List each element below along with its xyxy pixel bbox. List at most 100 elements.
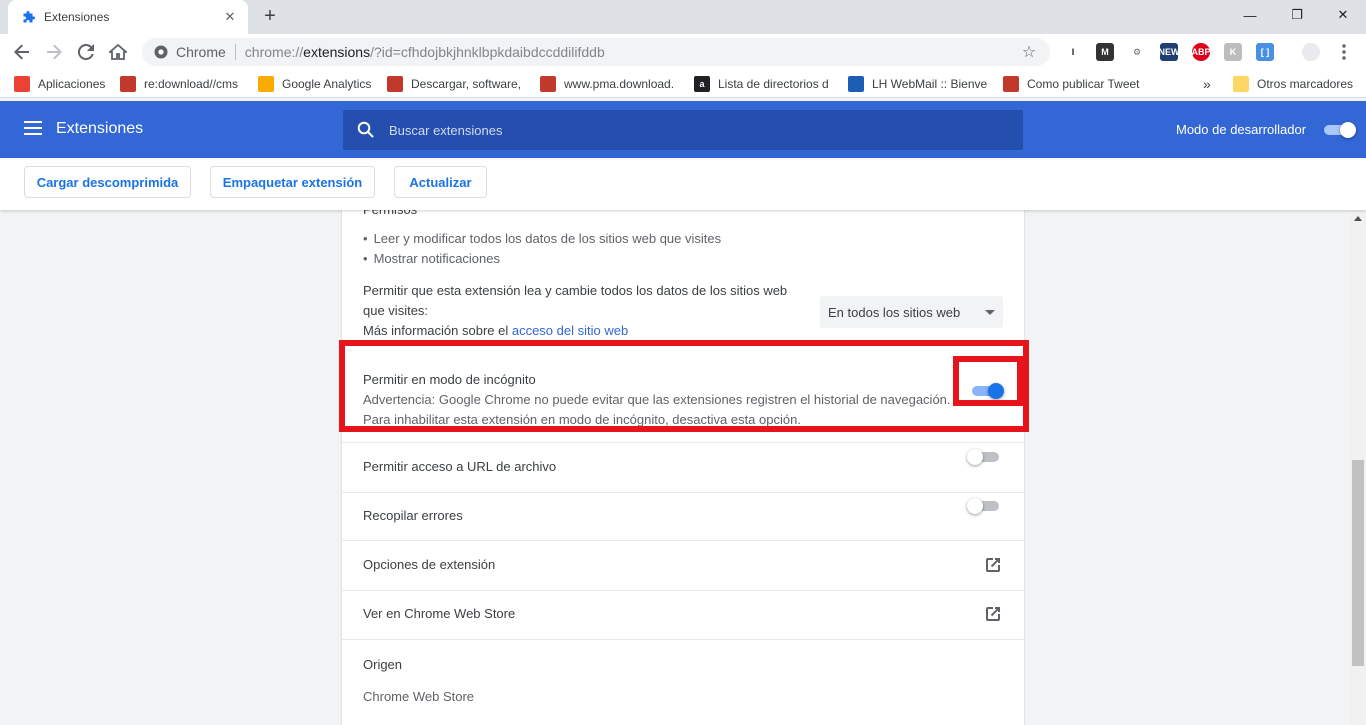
site-access-link[interactable]: acceso del sitio web [512,323,628,338]
bookmark-favicon-icon [120,76,136,92]
i-icon[interactable]: I [1064,43,1082,61]
other-bookmarks-label: Otros marcadores [1257,77,1354,91]
minimize-button[interactable]: — [1227,0,1273,30]
search-icon [357,121,374,138]
store-label[interactable]: Ver en Chrome Web Store [363,604,515,624]
close-window-button[interactable]: ✕ [1320,0,1366,30]
site-access-select[interactable]: En todos los sitios web [820,296,1003,328]
forward-button[interactable] [40,38,68,66]
bookmark-favicon-icon [387,76,403,92]
chrome-logo-icon [154,45,168,59]
options-label[interactable]: Opciones de extensión [363,555,495,575]
bookmark-label: Lista de directorios d [718,77,829,91]
load-unpacked-button[interactable]: Cargar descomprimida [24,166,191,198]
k-icon[interactable]: K [1224,43,1242,61]
profile-icon[interactable] [1302,43,1320,61]
divider [342,639,1024,640]
site-chip[interactable]: Chrome [154,44,226,60]
adblock-icon[interactable]: ABP [1192,43,1211,61]
url-rest: /?id=cfhdojbkjhnklbpkdaibdccddilifddb [370,44,605,60]
home-icon [109,44,127,60]
bookmark-label: re:download//cms [144,77,239,91]
close-tab-icon[interactable]: ✕ [222,9,238,25]
url-host: extensions [303,44,371,60]
puzzle-icon [23,11,35,23]
url-prefix: chrome:// [244,44,304,60]
url-text[interactable]: chrome://extensions/?id=cfhdojbkjhnklbpk… [245,44,1020,60]
bookmark-favicon-icon [258,76,274,92]
maximize-button[interactable]: ❐ [1274,0,1320,30]
bookmark-label: Aplicaciones [38,77,106,91]
kebab-menu-icon [1342,44,1346,60]
scroll-up-arrow-icon[interactable] [1354,216,1362,221]
source-heading: Origen [363,657,403,672]
devmode-toggle-knob [1340,122,1356,138]
permission-item: Leer y modificar todos los datos de los … [363,229,722,249]
bookmark-favicon-icon [1003,76,1019,92]
reload-icon [78,44,94,60]
search-box[interactable] [343,110,1023,150]
site-access-more: Más información sobre el acceso del siti… [363,321,628,341]
bookmark-label: Como publicar Tweet [1027,77,1140,91]
bookmark-favicon-icon [848,76,864,92]
bookmark-label: www.pma.download. [564,77,675,91]
bookmark-item[interactable]: Aplicaciones [14,76,105,92]
tab-strip: Extensiones ✕ + — ❐ ✕ [0,0,1366,34]
errors-toggle[interactable] [967,496,1001,516]
bookmark-item[interactable]: www.pma.download. [540,76,674,92]
file-url-toggle-knob [967,449,983,465]
bookmarks-bar: Aplicaciones re:download//cms Google Analy… [0,70,1366,98]
m-icon[interactable]: M [1096,43,1114,61]
tab-extensions[interactable]: Extensiones ✕ [8,0,248,34]
bookmark-item[interactable]: a Lista de directorios d [694,76,829,92]
action-bar: Cargar descomprimida Empaquetar extensió… [0,158,1366,210]
scrollbar[interactable] [1350,210,1366,725]
pack-extension-button[interactable]: Empaquetar extensión [210,166,375,198]
page-title: Extensiones [56,120,144,137]
bookmarks-overflow-button[interactable]: » [1203,76,1211,92]
open-in-new-icon[interactable] [984,556,1002,574]
home-button[interactable] [104,38,132,66]
devmode-toggle[interactable] [1322,120,1356,140]
bracket-icon[interactable]: [ ] [1256,43,1274,61]
browser-toolbar: Chrome chrome://extensions/?id=cfhdojbkj… [0,34,1366,70]
source-value: Chrome Web Store [363,689,475,704]
tab-title: Extensiones [44,10,110,24]
bookmark-label: Google Analytics [282,77,372,91]
bookmark-item[interactable]: Descargar, software, [387,76,521,92]
scrollbar-thumb[interactable] [1352,460,1364,666]
search-input[interactable] [389,122,1023,138]
forward-arrow-icon [47,44,62,60]
highlight-frame [339,340,1029,432]
other-bookmarks-folder[interactable]: Otros marcadores [1233,76,1353,92]
errors-label: Recopilar errores [363,508,463,523]
bookmark-favicon-icon: a [694,76,710,92]
address-bar[interactable]: Chrome chrome://extensions/?id=cfhdojbkj… [142,38,1050,66]
folder-icon [1233,76,1249,92]
extensions-header: Extensiones Modo de desarrollador [0,101,1366,158]
hamburger-menu-icon[interactable] [24,121,42,137]
chrome-menu-button[interactable] [1330,38,1358,66]
update-button[interactable]: Actualizar [394,166,487,198]
bookmark-item[interactable]: Como publicar Tweet [1003,76,1140,92]
back-button[interactable] [8,38,36,66]
extension-details-card: Permisos Leer y modificar todos los dato… [339,210,1029,725]
file-url-toggle[interactable] [967,447,1001,467]
bookmark-item[interactable]: Google Analytics [258,76,371,92]
bookmark-star-icon[interactable]: ☆ [1020,43,1038,61]
bookmark-favicon-icon [540,76,556,92]
divider [342,442,1024,443]
settings-ext-icon[interactable]: ⚙ [1128,43,1146,61]
news-icon[interactable]: NEW [1159,43,1180,61]
open-in-new-icon[interactable] [984,605,1002,623]
bookmark-item[interactable]: re:download//cms [120,76,238,92]
errors-toggle-knob [967,498,983,514]
dropdown-arrow-icon [985,309,995,315]
site-access-more-text: Más información sobre el [363,323,512,338]
divider [342,590,1024,591]
site-access-text: Permitir que esta extensión lea y cambie… [363,283,788,298]
permissions-heading: Permisos [363,210,417,220]
new-tab-button[interactable]: + [258,4,282,28]
bookmark-item[interactable]: LH WebMail :: Bienve [848,76,987,92]
reload-button[interactable] [72,38,100,66]
